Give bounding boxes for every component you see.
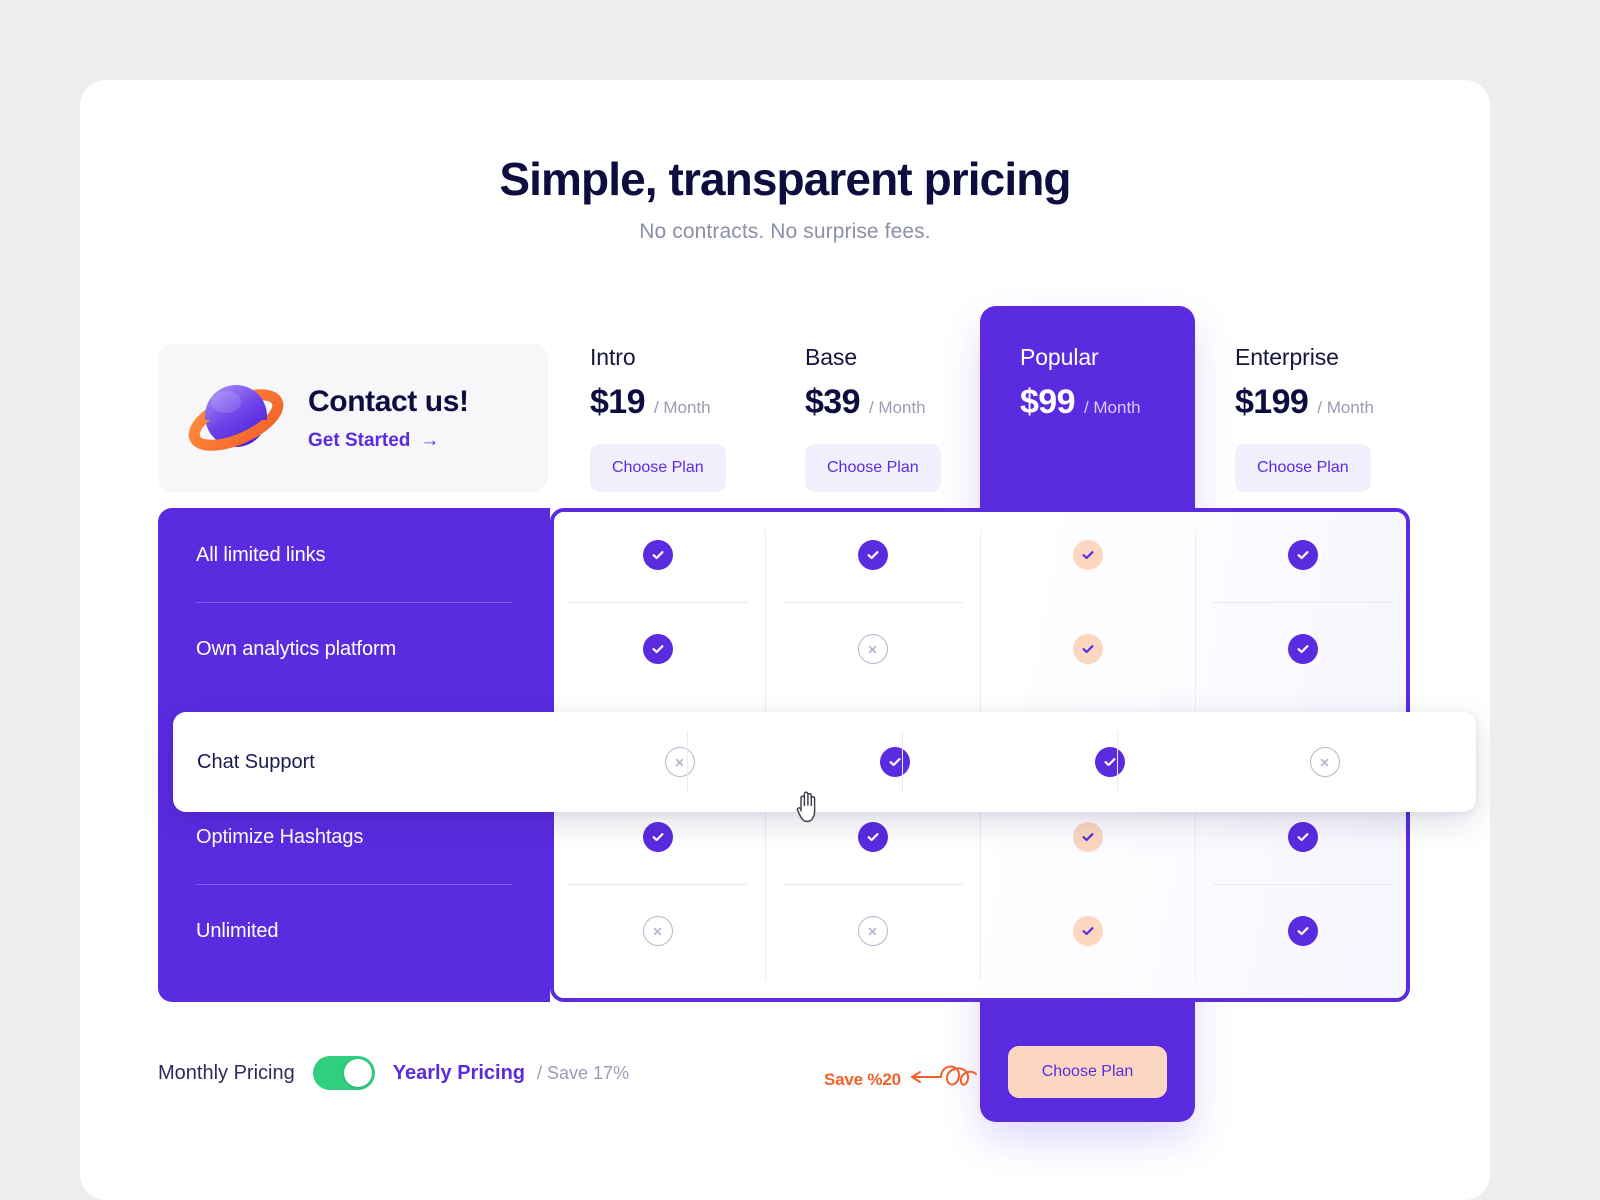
check-icon [1072,916,1103,946]
highlighted-feature-row[interactable]: Chat Support [173,712,1476,812]
billing-toggle-switch[interactable] [312,1056,375,1090]
plan-price: $39 [805,383,861,421]
save-annotation-label: Save %20 [824,1069,901,1089]
toggle-knob [343,1059,372,1087]
feature-label: All limited links [196,543,326,566]
curly-arrow-icon [907,1060,981,1099]
plan-period: / Month [868,398,926,417]
feature-cell-popular [980,634,1195,664]
check-icon [1072,822,1103,852]
plan-name: Enterprise [1235,344,1339,370]
save-percent-label: / Save 17% [537,1062,630,1083]
check-icon [1072,634,1103,664]
feature-label: Own analytics platform [196,637,397,660]
billing-period-toggle-group: Monthly Pricing Yearly Pricing / Save 17… [158,1056,629,1090]
plan-header-base: Base $39 / Month Choose Plan [805,344,1025,492]
feature-cell-enterprise [1195,822,1410,852]
check-icon [1287,540,1318,570]
monthly-pricing-label[interactable]: Monthly Pricing [158,1062,295,1085]
planet-icon [182,364,290,472]
choose-plan-button-popular[interactable]: Choose Plan [1007,1046,1168,1098]
feature-cell-base [787,747,1002,777]
feature-cell-enterprise [1195,916,1410,946]
plan-period: / Month [1083,398,1141,417]
plan-price: $19 [590,383,646,421]
plan-name: Popular [1020,344,1099,370]
plan-period: / Month [1317,398,1374,417]
page-subtitle: No contracts. No surprise fees. [639,220,931,243]
table-row[interactable]: All limited links [158,508,1410,602]
cross-icon [642,916,673,946]
feature-label: Chat Support [197,750,315,773]
cross-icon [1309,747,1340,777]
feature-cell-base [765,634,980,664]
feature-cell-popular [980,540,1195,570]
check-icon [857,822,888,852]
check-icon [1287,822,1318,852]
feature-cell-base [765,916,980,946]
feature-cell-intro [550,540,765,570]
get-started-link[interactable]: Get Started → [308,430,469,452]
feature-cell-popular [1002,747,1217,777]
feature-cell-enterprise [1195,634,1410,664]
table-row[interactable]: Own analytics platform [158,602,1410,696]
cross-icon [857,634,888,664]
check-icon [1287,916,1318,946]
contact-title: Contact us! [308,384,469,418]
table-row[interactable]: Unlimited [158,884,1410,978]
check-icon [879,747,910,777]
plan-name: Intro [590,344,636,370]
column-divider [1117,731,1118,793]
check-icon [642,822,673,852]
column-divider [902,731,903,793]
feature-cell-enterprise [1217,747,1432,777]
plan-header-intro: Intro $19 / Month Choose Plan [590,344,810,492]
plan-header-popular: Popular $99 / Month [1020,344,1240,422]
plan-period: / Month [653,398,711,417]
plan-header-enterprise: Enterprise $199 / Month Choose Plan [1235,344,1455,492]
get-started-label: Get Started [308,429,411,451]
cross-icon [857,916,888,946]
save-annotation: Save %20 [824,1060,981,1099]
yearly-pricing-label[interactable]: Yearly Pricing [393,1062,525,1085]
choose-plan-button-enterprise[interactable]: Choose Plan [1235,444,1371,492]
feature-cell-intro [550,916,765,946]
choose-plan-button-intro[interactable]: Choose Plan [590,444,726,492]
check-icon [1094,747,1125,777]
check-icon [857,540,888,570]
feature-cell-popular [980,822,1195,852]
feature-label: Optimize Hashtags [196,825,364,848]
check-icon [1072,540,1103,570]
feature-label: Unlimited [196,919,279,942]
feature-cell-intro [550,634,765,664]
plan-price: $99 [1020,383,1076,421]
contact-card[interactable]: Contact us! Get Started → [158,344,548,492]
page-title: Simple, transparent pricing [499,153,1071,205]
plan-price: $199 [1235,383,1309,421]
arrow-right-icon: → [420,430,440,451]
cross-icon [664,747,695,777]
popular-cta-wrap: Choose Plan [980,1046,1195,1098]
check-icon [1287,634,1318,664]
check-icon [642,634,673,664]
pricing-page-card: Simple, transparent pricing No contracts… [80,80,1490,1200]
feature-cell-base [765,540,980,570]
column-divider [687,731,688,793]
feature-cell-intro [550,822,765,852]
check-icon [642,540,673,570]
feature-cell-popular [980,916,1195,946]
feature-cell-enterprise [1195,540,1410,570]
choose-plan-button-base[interactable]: Choose Plan [805,444,941,492]
plan-name: Base [805,344,858,370]
feature-cell-intro [572,747,787,777]
feature-cell-base [765,822,980,852]
